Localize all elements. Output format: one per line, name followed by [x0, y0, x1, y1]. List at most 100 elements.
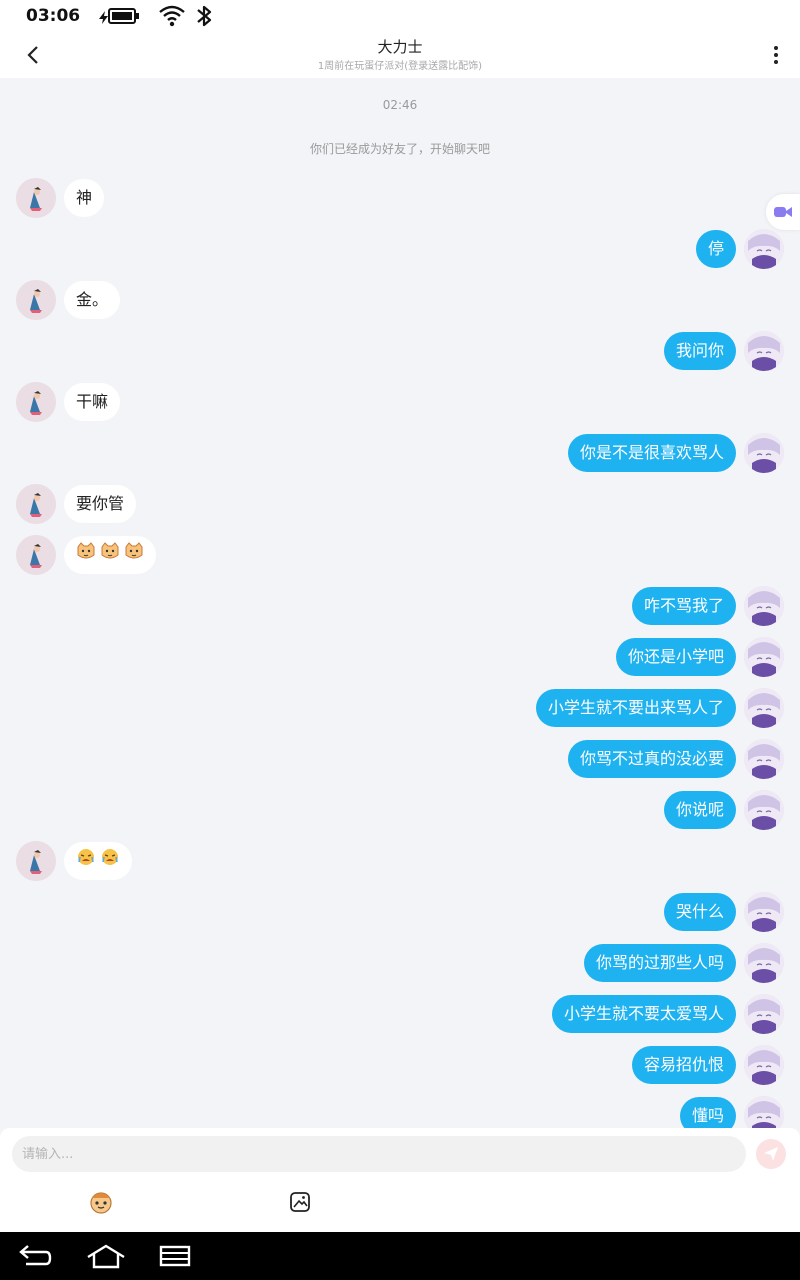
my-avatar[interactable] [744, 1096, 784, 1128]
outgoing-message: 咋不骂我了 [24, 586, 784, 626]
chat-area[interactable]: 02:46 你们已经成为好友了，开始聊天吧 神停金。我问你干嘛你是不是很喜欢骂人… [0, 78, 800, 1128]
outgoing-message: 容易招仇恨 [24, 1045, 784, 1085]
incoming-message: 神 [16, 178, 776, 218]
contact-status: 1周前在玩蛋仔派对(登录送露比配饰) [317, 61, 483, 72]
my-avatar[interactable] [744, 892, 784, 932]
nav-back-button[interactable] [12, 1241, 56, 1271]
recents-icon [159, 1245, 191, 1267]
message-bubble[interactable]: 你骂的过那些人吗 [583, 944, 736, 982]
my-avatar[interactable] [744, 229, 784, 269]
cat-face-icon [100, 536, 120, 574]
status-time: 03:06 [26, 6, 81, 26]
message-bubble[interactable]: 你还是小学吧 [615, 638, 736, 676]
contact-avatar[interactable] [16, 841, 56, 881]
video-call-button[interactable] [766, 194, 800, 230]
outgoing-message: 小学生就不要出来骂人了 [24, 688, 784, 728]
my-avatar[interactable] [744, 994, 784, 1034]
chat-header: 大力士 1周前在玩蛋仔派对(登录送露比配饰) [0, 32, 800, 78]
more-options-button[interactable] [764, 40, 788, 70]
message-bubble[interactable]: 我问你 [663, 332, 736, 370]
message-text: 容易招仇恨 [643, 1055, 724, 1074]
contact-avatar[interactable] [16, 382, 56, 422]
message-text: 懂吗 [691, 1106, 724, 1125]
image-button[interactable] [287, 1189, 313, 1215]
my-avatar[interactable] [744, 331, 784, 371]
message-bubble[interactable]: 神 [64, 179, 105, 217]
contact-avatar[interactable] [16, 484, 56, 524]
message-bubble[interactable]: 干嘛 [64, 383, 121, 421]
message-bubble[interactable]: 咋不骂我了 [631, 587, 736, 625]
message-text: 神 [76, 188, 93, 207]
my-avatar[interactable] [744, 637, 784, 677]
message-bubble[interactable]: 小学生就不要出来骂人了 [535, 689, 736, 727]
message-text: 停 [707, 239, 724, 258]
message-text: 你骂不过真的没必要 [579, 749, 724, 768]
navigation-bar [0, 1232, 800, 1280]
my-avatar[interactable] [744, 586, 784, 626]
contact-avatar[interactable] [16, 178, 56, 218]
emoji-icon [90, 1192, 112, 1214]
message-bubble[interactable]: 哭什么 [663, 893, 736, 931]
send-icon [764, 1147, 778, 1161]
crying-face-icon [76, 842, 96, 880]
outgoing-message: 你是不是很喜欢骂人 [24, 433, 784, 473]
incoming-message [16, 535, 776, 575]
input-area [0, 1128, 800, 1232]
message-bubble[interactable] [64, 842, 132, 880]
message-bubble[interactable]: 要你管 [64, 485, 137, 523]
message-bubble[interactable]: 懂吗 [679, 1097, 736, 1128]
image-icon [290, 1192, 310, 1212]
my-avatar[interactable] [744, 943, 784, 983]
bluetooth-icon [194, 4, 214, 28]
cat-face-icon [76, 536, 96, 574]
message-text: 干嘛 [76, 392, 109, 411]
message-bubble[interactable]: 你骂不过真的没必要 [567, 740, 736, 778]
outgoing-message: 你骂的过那些人吗 [24, 943, 784, 983]
more-vertical-icon [774, 46, 778, 64]
incoming-message: 金。 [16, 280, 776, 320]
nav-recents-button[interactable] [153, 1241, 197, 1271]
message-bubble[interactable]: 容易招仇恨 [631, 1046, 736, 1084]
home-icon [87, 1244, 125, 1269]
outgoing-message: 我问你 [24, 331, 784, 371]
message-text: 咋不骂我了 [643, 596, 724, 615]
outgoing-message: 你说呢 [24, 790, 784, 830]
incoming-message: 干嘛 [16, 382, 776, 422]
contact-name: 大力士 [377, 38, 423, 56]
message-text: 小学生就不要出来骂人了 [547, 698, 724, 717]
my-avatar[interactable] [744, 1045, 784, 1085]
outgoing-message: 懂吗 [24, 1096, 784, 1128]
message-text: 要你管 [76, 494, 125, 513]
message-bubble[interactable] [64, 536, 156, 574]
message-bubble[interactable]: 小学生就不要太爱骂人 [551, 995, 736, 1033]
my-avatar[interactable] [744, 739, 784, 779]
send-button[interactable] [756, 1139, 786, 1169]
my-avatar[interactable] [744, 433, 784, 473]
message-text: 你说呢 [675, 800, 724, 819]
my-avatar[interactable] [744, 688, 784, 728]
crying-face-icon [100, 842, 120, 880]
my-avatar[interactable] [744, 790, 784, 830]
contact-avatar[interactable] [16, 280, 56, 320]
video-camera-icon [774, 207, 792, 217]
outgoing-message: 你还是小学吧 [24, 637, 784, 677]
wifi-icon [158, 4, 186, 28]
message-text: 哭什么 [675, 902, 724, 921]
back-arrow-icon [19, 1245, 52, 1266]
message-text: 小学生就不要太爱骂人 [563, 1004, 724, 1023]
outgoing-message: 哭什么 [24, 892, 784, 932]
message-bubble[interactable]: 停 [695, 230, 736, 268]
outgoing-message: 小学生就不要太爱骂人 [24, 994, 784, 1034]
contact-avatar[interactable] [16, 535, 56, 575]
message-bubble[interactable]: 你是不是很喜欢骂人 [567, 434, 736, 472]
message-text: 你骂的过那些人吗 [595, 953, 724, 972]
message-bubble[interactable]: 你说呢 [663, 791, 736, 829]
message-timestamp: 02:46 [382, 98, 418, 112]
message-input[interactable] [12, 1136, 746, 1172]
emoji-button[interactable] [86, 1189, 116, 1215]
system-notice: 你们已经成为好友了，开始聊天吧 [309, 142, 490, 156]
nav-home-button[interactable] [84, 1241, 128, 1271]
message-bubble[interactable]: 金。 [64, 281, 121, 319]
message-text: 我问你 [675, 341, 724, 360]
outgoing-message: 停 [24, 229, 784, 269]
